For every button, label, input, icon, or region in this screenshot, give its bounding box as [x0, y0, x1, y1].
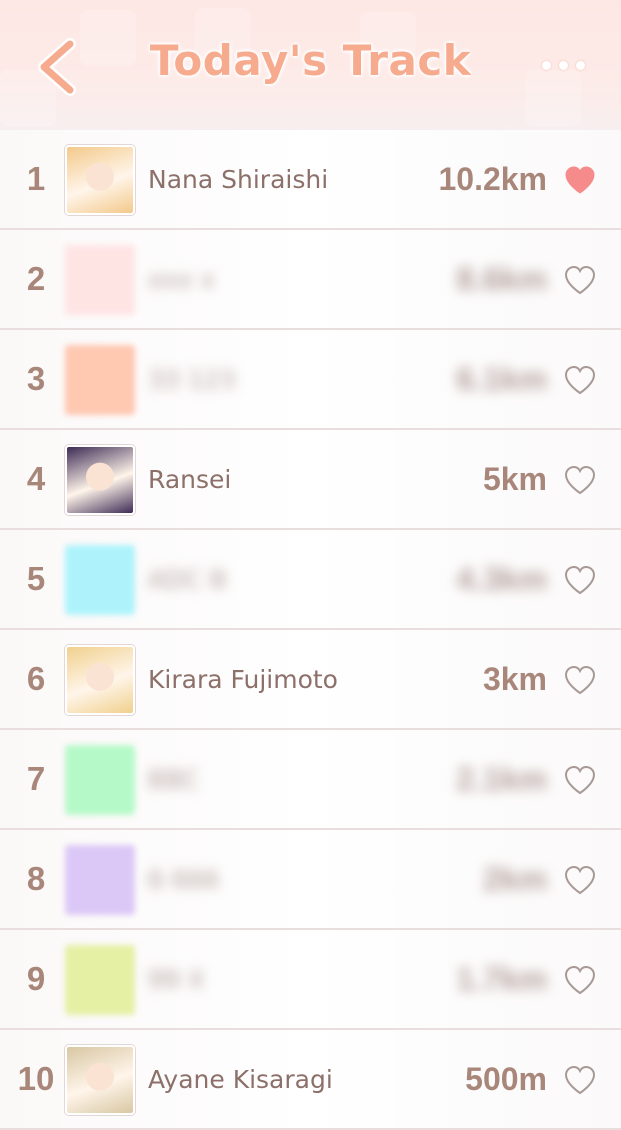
rank-number: 1: [26, 160, 46, 197]
distance-value: 8.6km: [456, 260, 547, 297]
like-button[interactable]: [563, 264, 597, 296]
player-name: ADC B: [148, 564, 227, 594]
rank-number: 9: [26, 960, 46, 997]
leaderboard-row[interactable]: 8 6 666 2km: [0, 830, 621, 930]
like-button[interactable]: [563, 864, 597, 896]
leaderboard-row[interactable]: 4 Ransei 5km: [0, 430, 621, 530]
player-name: xxx x: [148, 264, 216, 294]
avatar: [65, 445, 135, 515]
distance-value: 2km: [482, 860, 547, 897]
player-name: BBC: [148, 764, 200, 794]
distance-value: 3km: [482, 660, 547, 697]
heart-outline-icon: [564, 565, 596, 595]
like-button[interactable]: [563, 464, 597, 496]
avatar: [65, 745, 135, 815]
rank-number: 2: [26, 260, 46, 297]
avatar: [65, 545, 135, 615]
avatar: [65, 645, 135, 715]
rank-number: 8: [26, 860, 46, 897]
leaderboard-row[interactable]: 7 BBC 2.1km: [0, 730, 621, 830]
leaderboard-row[interactable]: 5 ADC B 4.3km: [0, 530, 621, 630]
heart-outline-icon: [564, 465, 596, 495]
distance-value: 10.2km: [438, 160, 547, 197]
heart-outline-icon: [564, 765, 596, 795]
rank-number: 6: [26, 660, 46, 697]
heart-outline-icon: [564, 965, 596, 995]
distance-value: 6.1km: [456, 360, 547, 397]
player-name: 99 X: [148, 964, 205, 994]
leaderboard-row[interactable]: 1 Nana Shiraishi 10.2km: [0, 130, 621, 230]
player-name: Nana Shiraishi: [148, 164, 329, 194]
heart-filled-icon: [565, 166, 595, 194]
like-button[interactable]: [563, 164, 597, 196]
rank-number: 4: [26, 460, 46, 497]
avatar: [65, 1045, 135, 1115]
page-title: Today's Track: [149, 36, 472, 85]
avatar: [65, 345, 135, 415]
distance-value: 4.3km: [456, 560, 547, 597]
heart-outline-icon: [564, 365, 596, 395]
like-button[interactable]: [563, 564, 597, 596]
player-name: Kirara Fujimoto: [148, 664, 338, 694]
distance-value: 1.7km: [456, 960, 547, 997]
leaderboard-row[interactable]: 6 Kirara Fujimoto 3km: [0, 630, 621, 730]
player-name: 33 123: [148, 364, 236, 394]
rank-number: 10: [17, 1060, 55, 1097]
rank-number: 7: [26, 760, 46, 797]
rank-number: 5: [26, 560, 46, 597]
rank-number: 3: [26, 360, 46, 397]
like-button[interactable]: [563, 764, 597, 796]
avatar: [65, 245, 135, 315]
distance-value: 5km: [482, 460, 547, 497]
more-button[interactable]: [536, 52, 592, 80]
like-button[interactable]: [563, 364, 597, 396]
distance-value: 500m: [465, 1060, 547, 1097]
header-bar: Today's Track: [0, 0, 621, 130]
leaderboard-row[interactable]: 3 33 123 6.1km: [0, 330, 621, 430]
heart-outline-icon: [564, 265, 596, 295]
player-name: Ransei: [148, 464, 232, 494]
heart-outline-icon: [564, 665, 596, 695]
heart-outline-icon: [564, 1065, 596, 1095]
like-button[interactable]: [563, 664, 597, 696]
leaderboard-row[interactable]: 10 Ayane Kisaragi 500m: [0, 1030, 621, 1130]
leaderboard-list: 1 Nana Shiraishi 10.2km 2 xxx x 8.6km 3 33 123 6…: [0, 130, 621, 1130]
heart-outline-icon: [564, 865, 596, 895]
player-name: Ayane Kisaragi: [148, 1064, 333, 1094]
player-name: 6 666: [148, 864, 220, 894]
like-button[interactable]: [563, 964, 597, 996]
avatar: [65, 945, 135, 1015]
avatar: [65, 145, 135, 215]
leaderboard-row[interactable]: 9 99 X 1.7km: [0, 930, 621, 1030]
avatar: [65, 845, 135, 915]
distance-value: 2.1km: [456, 760, 547, 797]
leaderboard-row[interactable]: 2 xxx x 8.6km: [0, 230, 621, 330]
like-button[interactable]: [563, 1064, 597, 1096]
